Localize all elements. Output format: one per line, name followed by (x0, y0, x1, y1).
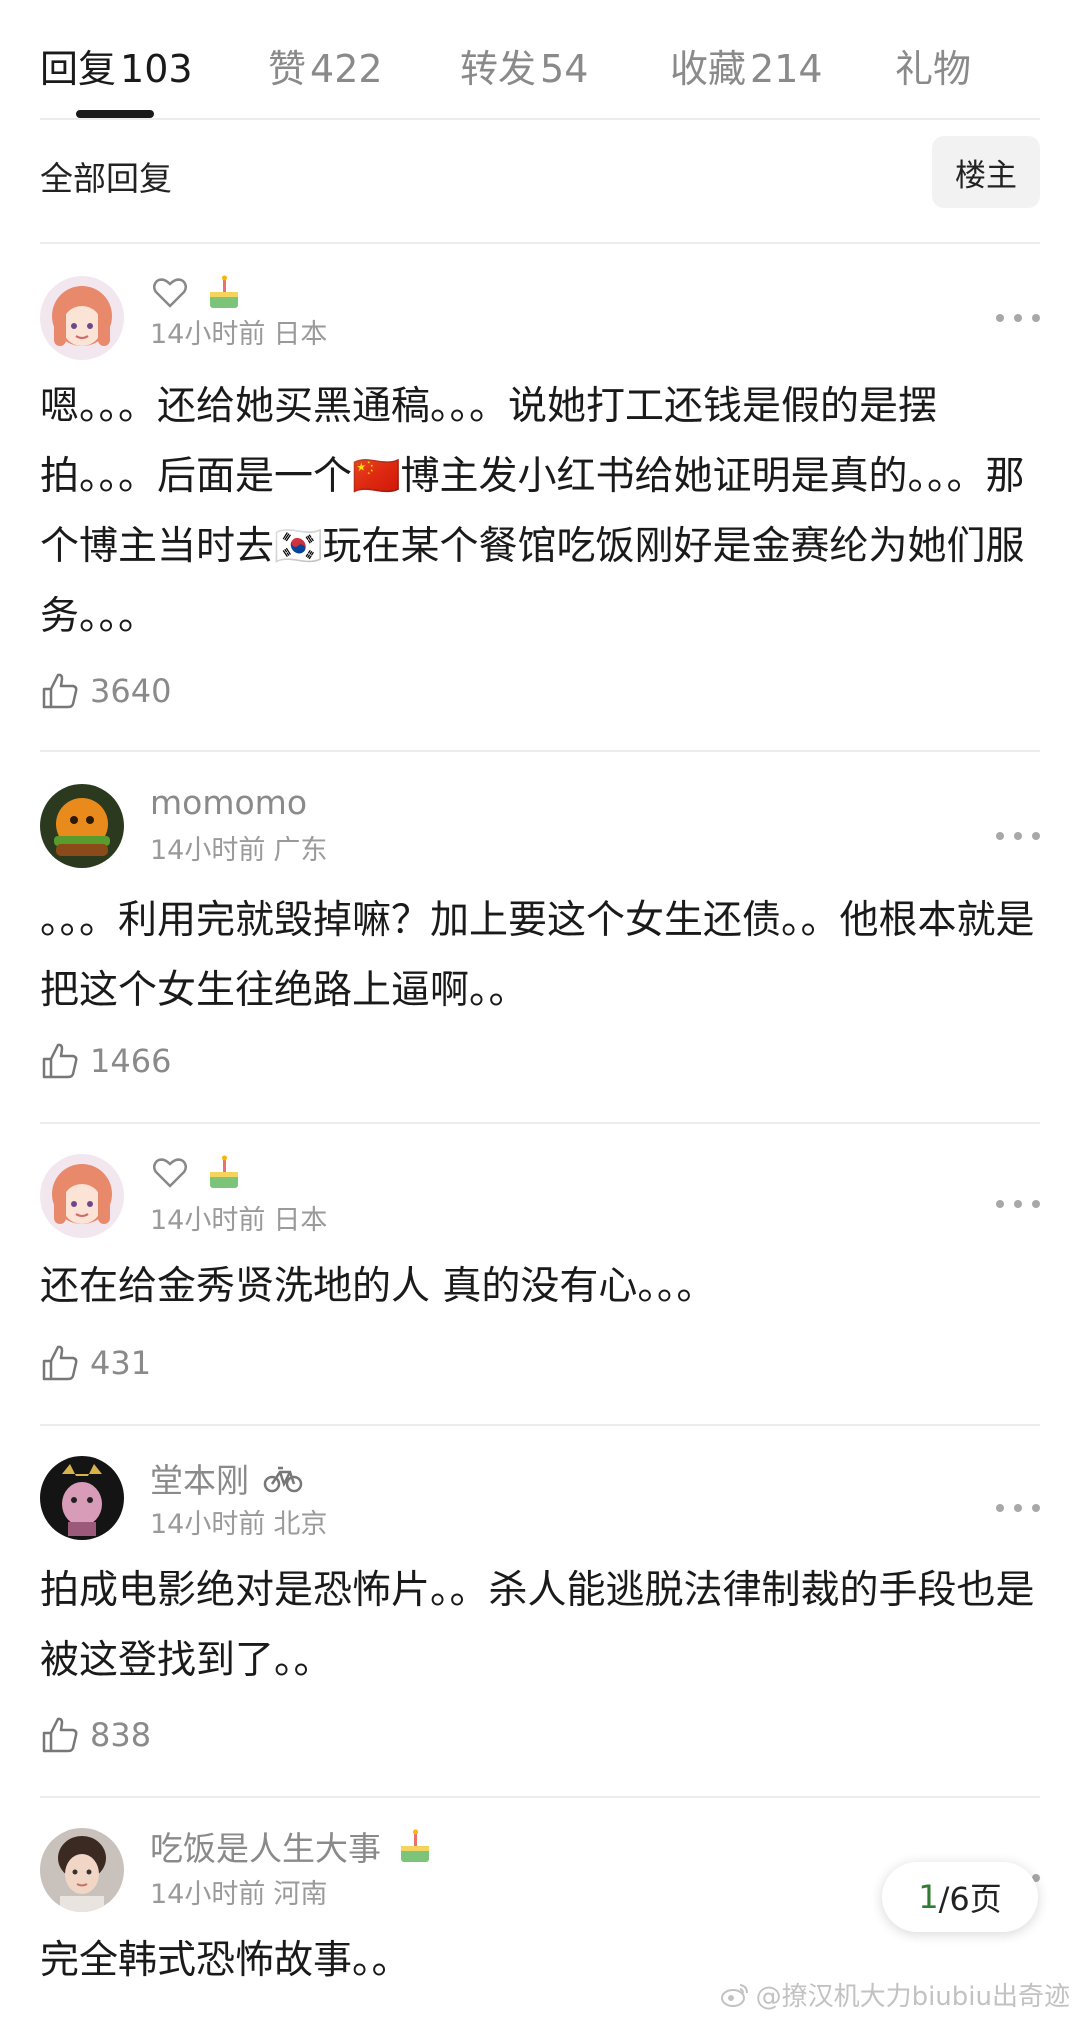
more-options-icon[interactable] (996, 310, 1040, 326)
comment-meta: 14小时前 广东 (150, 828, 327, 867)
comment-item: 14小时前 日本 嗯。。。还给她买黑通稿。。。说她打工还钱是假的是摆拍。。。后面是… (40, 244, 1040, 752)
tab-replies-label: 回复 (40, 47, 117, 91)
tab-gifts[interactable]: 礼物 (895, 38, 975, 93)
owner-only-button[interactable]: 楼主 (932, 136, 1040, 208)
comment-text: 嗯。。。还给她买黑通稿。。。说她打工还钱是假的是摆拍。。。后面是一个🇨🇳博主发小… (40, 384, 1025, 639)
avatar[interactable] (40, 1456, 124, 1540)
tab-reposts-count: 54 (540, 47, 589, 91)
comment-text: 。。。利用完就毁掉嘛？加上要这个女生还债。。他根本就是把这个女生往绝路上逼啊。。 (40, 898, 1035, 1013)
page-indicator[interactable]: 1/6页 (882, 1862, 1038, 1932)
comment-time: 14小时前 (150, 1879, 266, 1910)
comment-text: 还在给金秀贤洗地的人 真的没有心。。。 (40, 1264, 716, 1309)
weibo-logo-icon (720, 1983, 748, 2007)
tab-favorites-count: 214 (750, 47, 823, 91)
comment-location: 日本 (273, 1205, 328, 1236)
user-line (150, 1150, 244, 1194)
like-button[interactable]: 838 (40, 1710, 151, 1760)
comment-item: momomo 14小时前 广东 。。。利用完就毁掉嘛？加上要这个女生还债。。他根本… (40, 752, 1040, 1124)
tab-replies[interactable]: 回复 103 (40, 38, 193, 93)
tab-likes-count: 422 (310, 47, 383, 91)
user-line: momomo (150, 780, 307, 824)
user-line: 堂本刚 (150, 1456, 303, 1500)
avatar[interactable] (40, 276, 124, 360)
avatar[interactable] (40, 1154, 124, 1238)
tab-replies-count: 103 (120, 47, 193, 91)
reply-filter-bar: 全部回复 楼主 (40, 122, 1040, 244)
cartoon-burger-avatar-icon (40, 784, 124, 868)
tab-reposts[interactable]: 转发 54 (460, 38, 588, 93)
comment-location: 广东 (273, 835, 328, 866)
like-count: 838 (90, 1716, 152, 1754)
portrait-avatar-icon (40, 1828, 124, 1912)
more-options-icon[interactable] (996, 828, 1040, 844)
comment-location: 河南 (273, 1879, 328, 1910)
comment-time: 14小时前 (150, 319, 266, 350)
tab-bar: 回复 103 赞 422 转发 54 收藏 214 礼物 (40, 28, 1040, 120)
comment-location: 日本 (273, 319, 328, 350)
comment-meta: 14小时前 日本 (150, 1198, 327, 1237)
more-options-icon[interactable] (996, 1500, 1040, 1516)
tab-favorites-label: 收藏 (670, 47, 747, 91)
comment-location: 北京 (273, 1509, 328, 1540)
thumbs-up-icon (42, 673, 78, 709)
username[interactable]: 堂本刚 (150, 1454, 249, 1502)
watermark-text: @撩汉机大力biubiu出奇迹 (755, 1982, 1070, 2012)
username[interactable]: 吃饭是人生大事 (150, 1822, 381, 1870)
comment-text: 拍成电影绝对是恐怖片。。杀人能逃脱法律制裁的手段也是被这登找到了。。 (40, 1568, 1035, 1683)
like-count: 3640 (90, 672, 172, 710)
heart-icon (150, 272, 190, 312)
birthday-cake-icon (204, 272, 244, 312)
avatar[interactable] (40, 1828, 124, 1912)
comment-time: 14小时前 (150, 1205, 266, 1236)
username[interactable]: momomo (150, 783, 307, 822)
comment-item: 14小时前 日本 还在给金秀贤洗地的人 真的没有心。。。 431 (40, 1124, 1040, 1426)
birthday-cake-icon (395, 1826, 435, 1866)
user-line: 吃饭是人生大事 (150, 1824, 435, 1868)
comment-meta: 14小时前 北京 (150, 1502, 327, 1541)
user-line (150, 270, 244, 314)
heart-icon (150, 1152, 190, 1192)
like-button[interactable]: 1466 (40, 1036, 171, 1086)
like-count: 1466 (90, 1042, 172, 1080)
birthday-cake-icon (204, 1152, 244, 1192)
character-avatar-icon (40, 1456, 124, 1540)
tab-likes[interactable]: 赞 422 (268, 38, 383, 93)
tab-reposts-label: 转发 (460, 47, 537, 91)
thumbs-up-icon (42, 1043, 78, 1079)
thumbs-up-icon (42, 1717, 78, 1753)
like-count: 431 (90, 1344, 152, 1382)
tab-gifts-label: 礼物 (895, 47, 972, 91)
total-pages: /6页 (938, 1880, 1002, 1918)
tab-likes-label: 赞 (268, 47, 307, 91)
thumbs-up-icon (42, 1345, 78, 1381)
comment-item: 堂本刚 14小时前 北京 拍成电影绝对是恐怖片。。杀人能逃脱法律制裁的手段也是被这… (40, 1426, 1040, 1798)
comment-meta: 14小时前 日本 (150, 312, 327, 351)
all-replies-title: 全部回复 (40, 159, 172, 198)
more-options-icon[interactable] (996, 1196, 1040, 1212)
bicycle-icon (263, 1458, 303, 1498)
current-page: 1 (918, 1878, 939, 1916)
like-button[interactable]: 3640 (40, 666, 171, 716)
like-button[interactable]: 431 (40, 1338, 151, 1388)
active-tab-indicator (76, 110, 154, 118)
tab-favorites[interactable]: 收藏 214 (670, 38, 823, 93)
anime-girl-avatar-icon (40, 1154, 124, 1238)
comment-time: 14小时前 (150, 1509, 266, 1540)
watermark: @撩汉机大力biubiu出奇迹 (720, 1976, 1070, 2013)
anime-girl-avatar-icon (40, 276, 124, 360)
comment-meta: 14小时前 河南 (150, 1872, 327, 1911)
avatar[interactable] (40, 784, 124, 868)
comment-time: 14小时前 (150, 835, 266, 866)
